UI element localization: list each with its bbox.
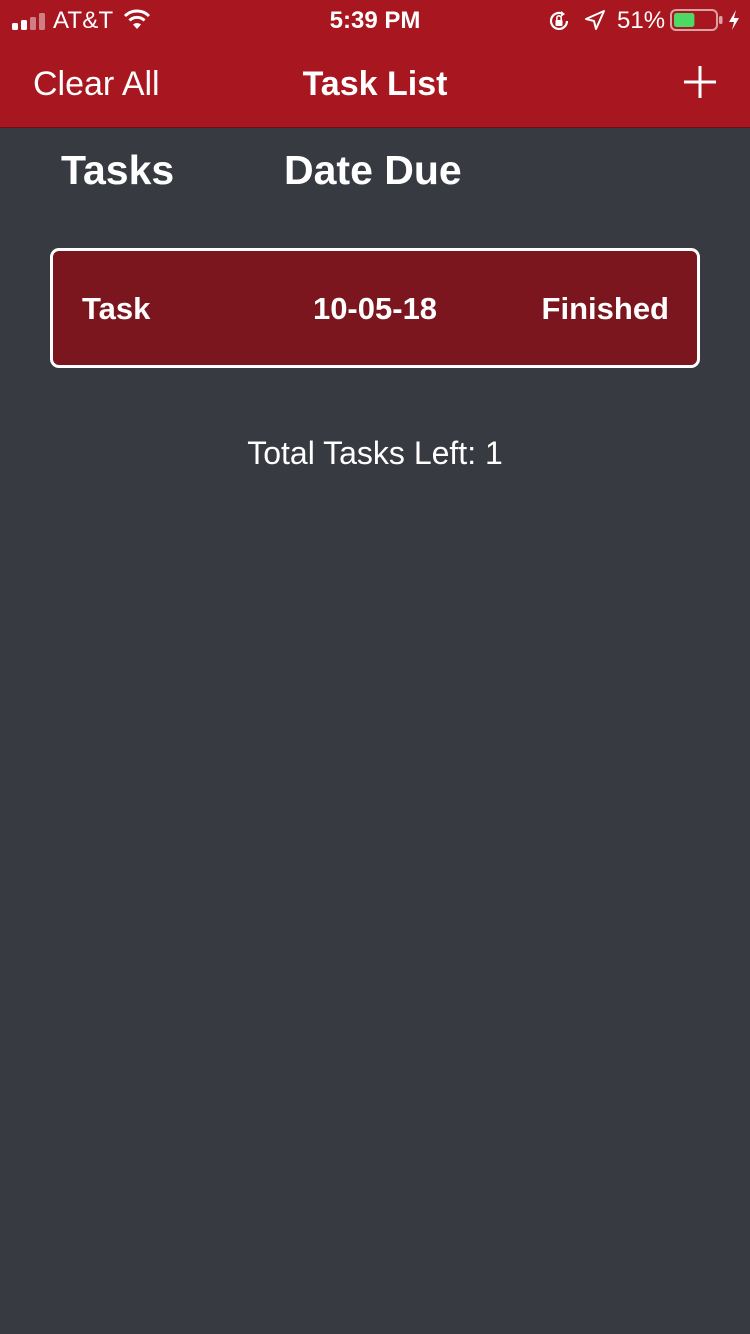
task-status: Finished (541, 291, 669, 326)
charging-icon (729, 10, 739, 30)
top-header: AT&T 5:39 PM 51% Clear All Task List (0, 0, 750, 128)
total-tasks-left: Total Tasks Left: 1 (247, 435, 503, 471)
orientation-lock-icon (549, 11, 569, 30)
column-header-tasks: Tasks (61, 147, 175, 193)
column-header-date-due: Date Due (284, 147, 462, 193)
task-row[interactable]: Task 10-05-18 Finished (50, 248, 700, 368)
battery-icon (670, 9, 723, 31)
battery-percent: 51% (617, 7, 666, 34)
plus-icon[interactable] (682, 64, 718, 100)
page-title: Task List (302, 65, 448, 103)
location-icon (585, 10, 605, 30)
status-bar: AT&T 5:39 PM 51% (0, 0, 750, 40)
